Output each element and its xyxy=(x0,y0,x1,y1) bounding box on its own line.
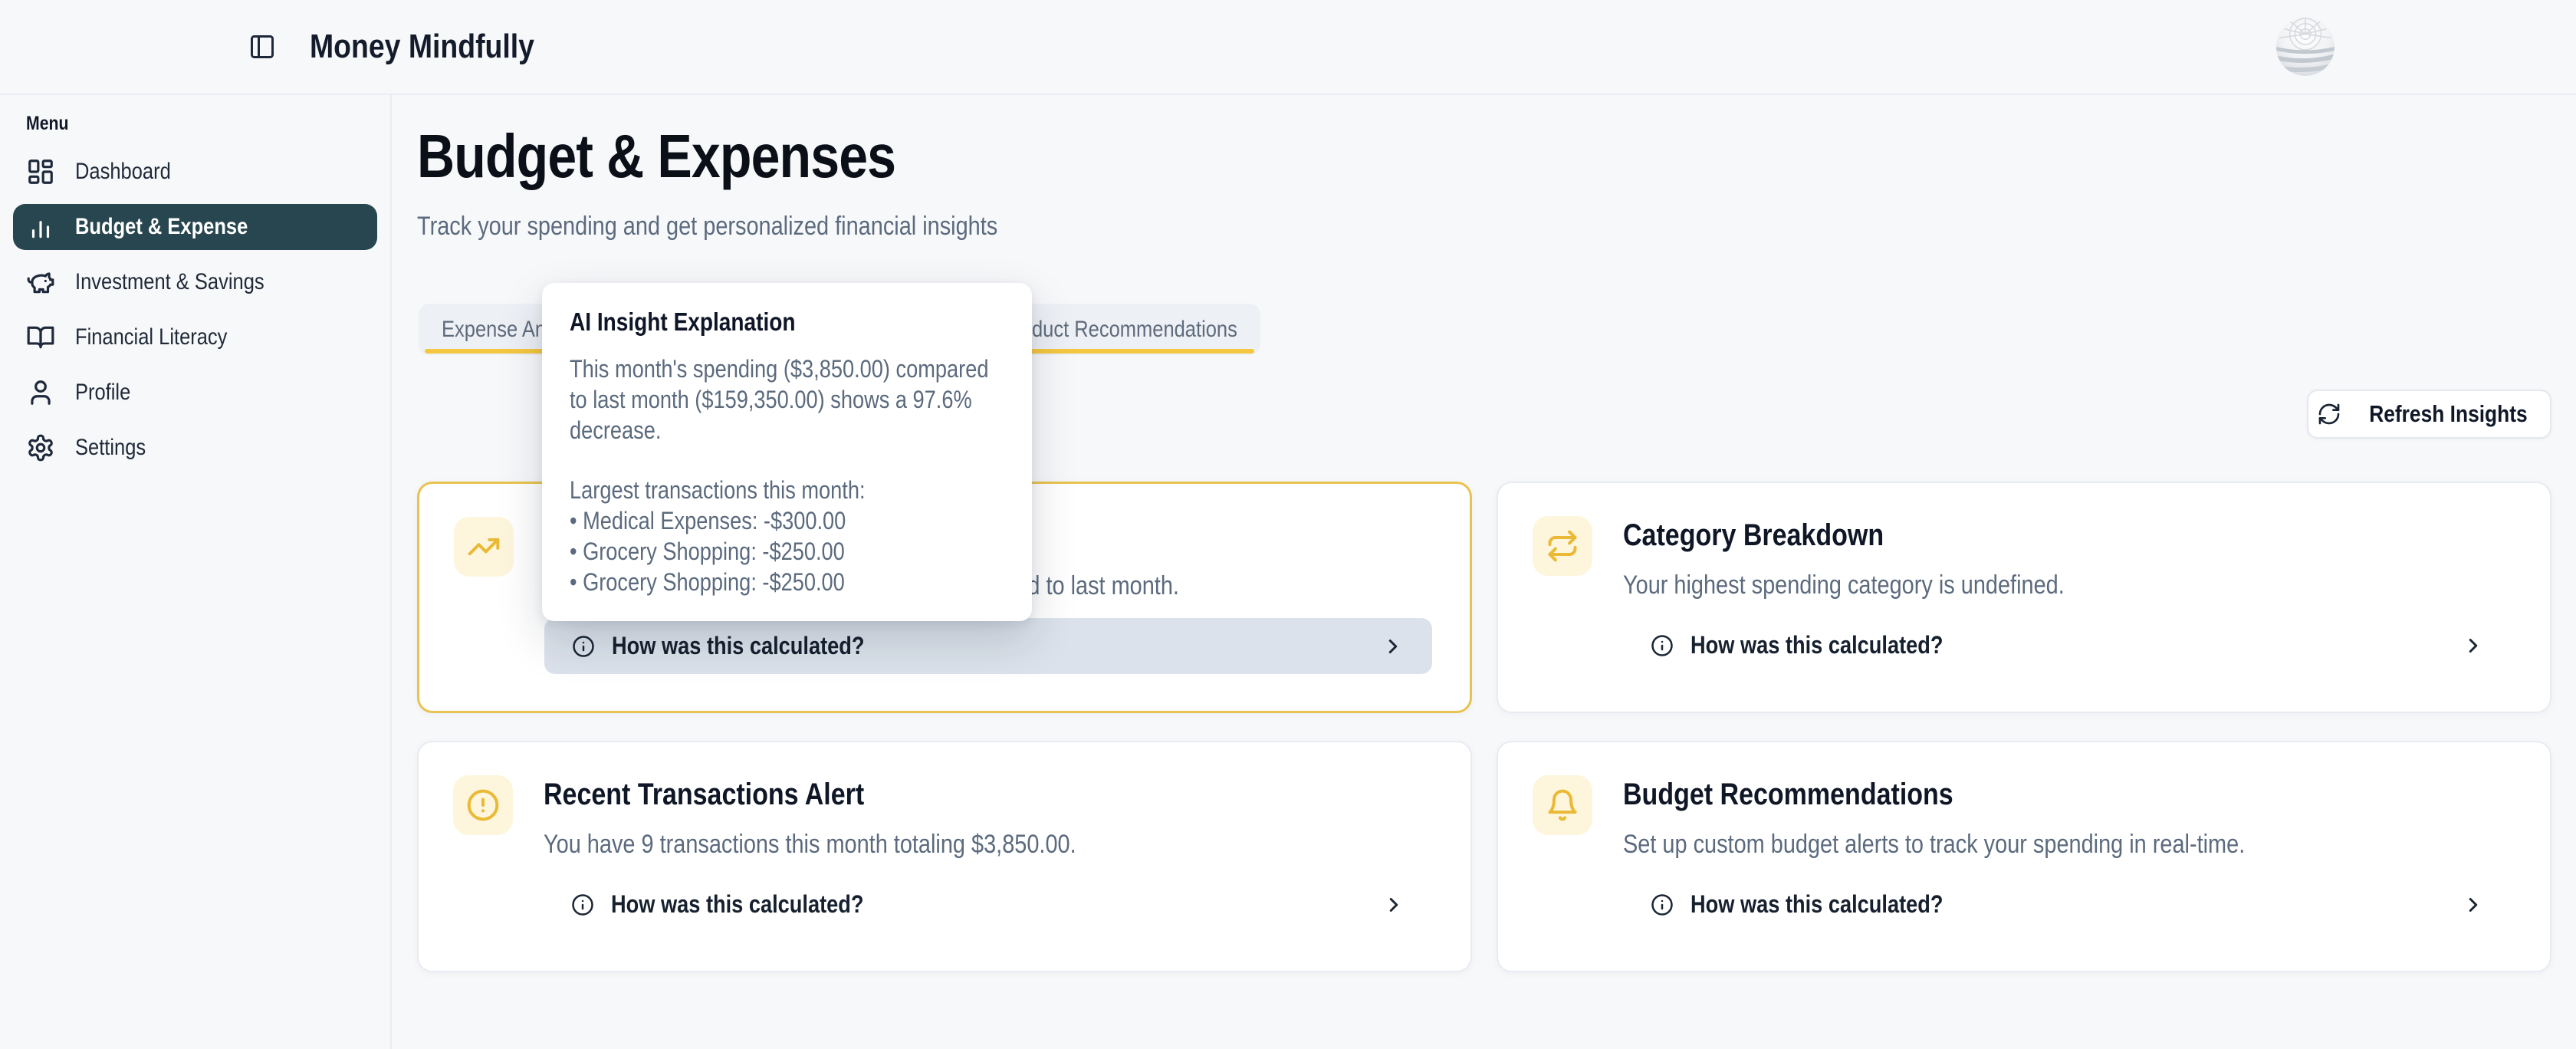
book-open-icon xyxy=(26,323,55,352)
sidebar-item-settings[interactable]: Settings xyxy=(13,425,377,471)
trending-up-icon xyxy=(454,517,514,577)
sidebar-nav: Dashboard Budget & Expense Investment & … xyxy=(0,149,390,471)
how-calculated-button[interactable]: How was this calculated? xyxy=(1623,617,2512,673)
refresh-insights-button[interactable]: Refresh Insights xyxy=(2307,390,2551,439)
info-icon xyxy=(1651,634,1674,657)
layout-dashboard-icon xyxy=(26,157,55,186)
how-calculated-label: How was this calculated? xyxy=(1691,890,1944,919)
bell-icon xyxy=(1533,775,1592,835)
piggy-bank-icon xyxy=(26,268,55,297)
popover-list-intro: Largest transactions this month: xyxy=(570,475,1000,505)
card-title: Recent Transactions Alert xyxy=(544,778,864,812)
insight-card-category-breakdown: Category Breakdown Your highest spending… xyxy=(1497,482,2551,713)
card-title: Budget Recommendations xyxy=(1623,778,1953,812)
chevron-right-icon xyxy=(1382,635,1405,658)
how-calculated-button[interactable]: How was this calculated? xyxy=(544,876,1433,932)
top-bar: Money Mindfully xyxy=(0,0,2576,95)
avatar[interactable] xyxy=(2275,17,2335,77)
sidebar-item-label: Dashboard xyxy=(75,159,171,185)
tab-label: Product Recommendations xyxy=(1001,317,1237,343)
popover-title: AI Insight Explanation xyxy=(570,307,796,337)
sidebar-item-label: Investment & Savings xyxy=(75,269,264,295)
card-subtitle: You have 9 transactions this month total… xyxy=(544,830,1076,860)
info-icon xyxy=(1651,893,1674,916)
insight-card-budget-recommendations: Budget Recommendations Set up custom bud… xyxy=(1497,741,2551,972)
gear-icon xyxy=(26,433,55,462)
how-calculated-label: How was this calculated? xyxy=(612,632,865,660)
ai-insight-popover: AI Insight Explanation This month's spen… xyxy=(542,283,1032,621)
card-subtitle: Your highest spending category is undefi… xyxy=(1623,571,2065,600)
sidebar-item-financial-literacy[interactable]: Financial Literacy xyxy=(13,314,377,360)
info-icon xyxy=(572,635,595,658)
page-subtitle: Track your spending and get personalized… xyxy=(417,212,997,242)
chevron-right-icon xyxy=(2462,893,2485,916)
page-title: Budget & Expenses xyxy=(417,121,895,192)
how-calculated-button[interactable]: How was this calculated? xyxy=(544,618,1432,674)
sidebar-item-label: Financial Literacy xyxy=(75,324,227,350)
repeat-icon xyxy=(1533,516,1592,576)
popover-body: This month's spending ($3,850.00) compar… xyxy=(570,354,1000,597)
popover-bullet: • Medical Expenses: -$300.00 xyxy=(570,505,1000,536)
sidebar-item-label: Budget & Expense xyxy=(75,214,248,240)
chevron-right-icon xyxy=(2462,634,2485,657)
sidebar-section-label: Menu xyxy=(26,113,68,135)
popover-paragraph: This month's spending ($3,850.00) compar… xyxy=(570,354,1000,446)
how-calculated-button[interactable]: How was this calculated? xyxy=(1623,876,2512,932)
sidebar-item-label: Settings xyxy=(75,435,146,461)
popover-bullet: • Grocery Shopping: -$250.00 xyxy=(570,536,1000,567)
sidebar-item-profile[interactable]: Profile xyxy=(13,370,377,416)
card-title: Category Breakdown xyxy=(1623,518,1884,553)
info-icon xyxy=(571,893,594,916)
sidebar-item-budget-expense[interactable]: Budget & Expense xyxy=(13,204,377,250)
sidebar: Menu Dashboard Budget & Expense Investme… xyxy=(0,95,392,1049)
app-title: Money Mindfully xyxy=(310,28,534,66)
refresh-icon xyxy=(2317,402,2341,426)
sidebar-item-label: Profile xyxy=(75,380,130,406)
user-icon xyxy=(26,378,55,407)
bar-chart-icon xyxy=(26,212,55,242)
sidebar-item-investment-savings[interactable]: Investment & Savings xyxy=(13,259,377,305)
refresh-insights-label: Refresh Insights xyxy=(2369,400,2527,428)
card-subtitle: Set up custom budget alerts to track you… xyxy=(1623,830,2245,860)
how-calculated-label: How was this calculated? xyxy=(1691,631,1944,659)
panel-left-icon xyxy=(248,33,276,61)
sidebar-toggle-button[interactable] xyxy=(244,28,281,65)
main-content: Budget & Expenses Track your spending an… xyxy=(392,95,2576,1049)
how-calculated-label: How was this calculated? xyxy=(611,890,864,919)
chevron-right-icon xyxy=(1382,893,1405,916)
alert-circle-icon xyxy=(453,775,513,835)
popover-bullet: • Grocery Shopping: -$250.00 xyxy=(570,567,1000,597)
insight-card-recent-transactions: Recent Transactions Alert You have 9 tra… xyxy=(417,741,1472,972)
sidebar-item-dashboard[interactable]: Dashboard xyxy=(13,149,377,195)
